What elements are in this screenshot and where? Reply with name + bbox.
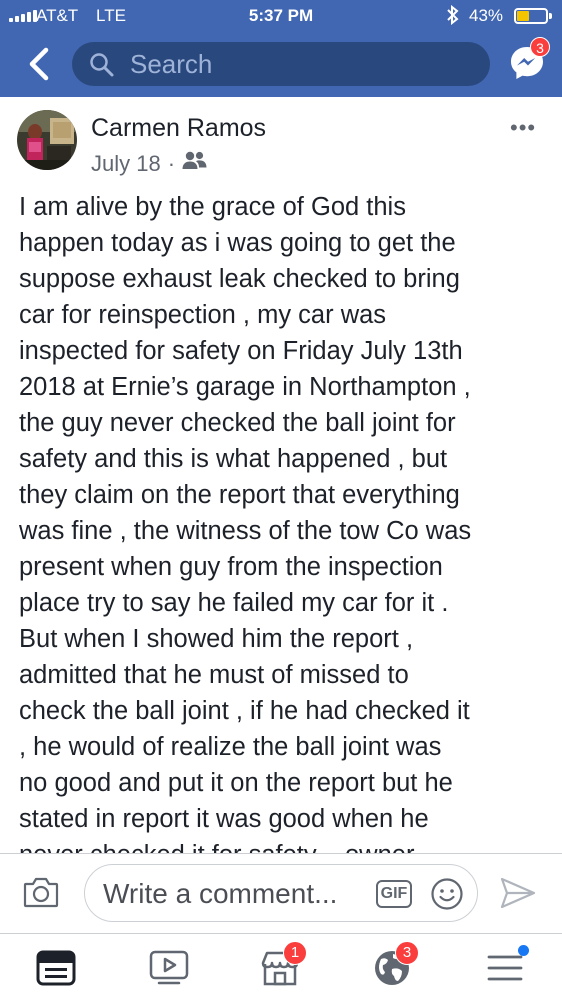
chevron-left-icon [29, 47, 49, 81]
send-icon [500, 877, 536, 909]
messenger-button[interactable]: 3 [508, 37, 550, 82]
camera-button[interactable] [23, 876, 59, 913]
meta-separator: · [167, 151, 176, 176]
gif-button[interactable]: GIF [376, 880, 412, 908]
menu-indicator-dot [518, 945, 529, 956]
comment-input-box[interactable]: GIF [84, 864, 478, 922]
bluetooth-icon [446, 4, 460, 30]
watch-icon [149, 950, 189, 985]
author-name[interactable]: Carmen Ramos [91, 114, 266, 143]
tab-watch[interactable] [145, 944, 193, 992]
status-bar: AT&T LTE 5:37 PM 43% [0, 0, 562, 32]
post-text: I am alive by the grace of God this happ… [19, 193, 472, 853]
tab-notifications[interactable]: 3 [368, 941, 419, 992]
friends-icon [182, 150, 208, 178]
menu-icon [487, 955, 523, 981]
battery-level-fill [517, 11, 529, 21]
post-card: Carmen Ramos July 18 · ••• I am alive by… [0, 97, 562, 853]
search-bar[interactable] [72, 42, 490, 86]
comment-bar: GIF [0, 853, 562, 933]
battery-percent: 43% [469, 6, 504, 25]
back-button[interactable] [22, 45, 56, 83]
post-options-button[interactable]: ••• [510, 115, 536, 141]
post-meta: July 18 · [91, 150, 208, 178]
tab-news-feed[interactable] [32, 944, 80, 992]
camera-icon [23, 877, 59, 908]
smiley-icon [431, 878, 463, 910]
search-icon [89, 52, 115, 83]
tab-marketplace[interactable]: 1 [256, 941, 307, 992]
emoji-button[interactable] [430, 877, 464, 916]
post-date[interactable]: July 18 [91, 151, 161, 177]
send-button[interactable] [499, 876, 537, 915]
messenger-badge: 3 [530, 37, 550, 57]
tab-bar: 1 3 [0, 933, 562, 1000]
search-input[interactable] [130, 48, 470, 80]
battery-icon [514, 8, 552, 24]
top-bar: AT&T LTE 5:37 PM 43% 3 [0, 0, 562, 97]
marketplace-badge: 1 [283, 941, 307, 965]
notifications-badge: 3 [395, 941, 419, 965]
news-feed-icon [36, 950, 76, 986]
comment-input[interactable] [103, 877, 373, 911]
avatar[interactable] [17, 110, 77, 170]
